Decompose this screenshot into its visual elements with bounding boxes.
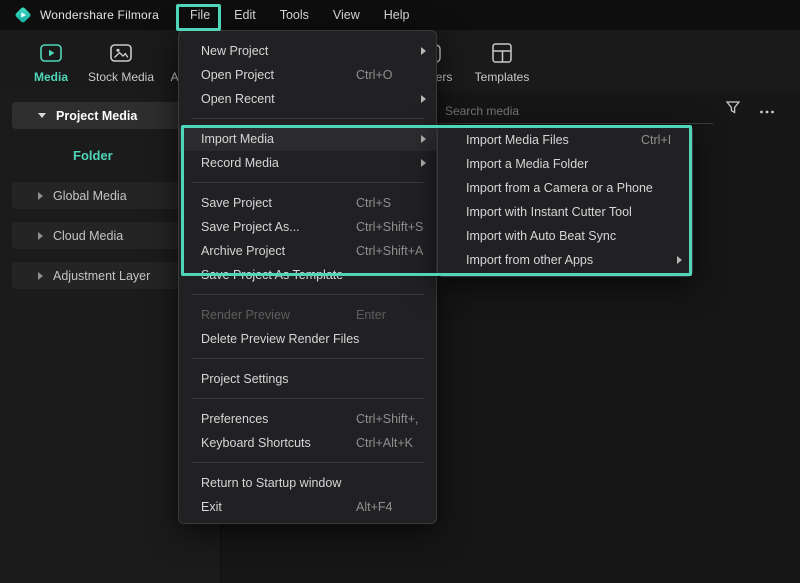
menubar-item-tools[interactable]: Tools bbox=[268, 0, 321, 30]
menu-item-label: Import Media bbox=[201, 127, 274, 151]
tab-media[interactable]: Media bbox=[28, 42, 74, 92]
titlebar: Wondershare Filmora FileEditToolsViewHel… bbox=[0, 0, 800, 30]
submenu-arrow-icon bbox=[421, 135, 426, 143]
filmora-logo bbox=[14, 6, 32, 24]
expand-triangle-icon[interactable] bbox=[38, 192, 43, 200]
menubar-item-file[interactable]: File bbox=[178, 0, 222, 30]
file-menu-item-open-project[interactable]: Open Project Ctrl+O bbox=[179, 63, 436, 87]
import-submenu-item-import-media-files[interactable]: Import Media Files Ctrl+I bbox=[438, 128, 692, 152]
menu-item-label: Record Media bbox=[201, 151, 279, 175]
collapse-triangle-icon[interactable] bbox=[38, 113, 46, 118]
menu-item-shortcut: Ctrl+O bbox=[356, 63, 392, 87]
menu-item-shortcut: Ctrl+Shift+S bbox=[356, 215, 423, 239]
menu-item-label: Import from a Camera or a Phone bbox=[466, 176, 653, 200]
file-menu-item-delete-preview-render-files[interactable]: Delete Preview Render Files bbox=[179, 327, 436, 351]
menu-item-label: Exit bbox=[201, 495, 222, 519]
menu-item-label: Return to Startup window bbox=[201, 471, 341, 495]
expand-triangle-icon[interactable] bbox=[38, 272, 43, 280]
menu-item-shortcut: Enter bbox=[356, 303, 386, 327]
import-media-submenu: Import Media Files Ctrl+I Import a Media F… bbox=[437, 125, 693, 277]
file-menu-dropdown: New ProjectOpen Project Ctrl+O Open Recent… bbox=[178, 30, 437, 524]
menu-item-label: Preferences bbox=[201, 407, 268, 431]
menu-item-label: Save Project bbox=[201, 191, 272, 215]
import-submenu-item-import-with-instant-cutter-tool[interactable]: Import with Instant Cutter Tool bbox=[438, 200, 692, 224]
menu-item-label: Import with Instant Cutter Tool bbox=[466, 200, 632, 224]
menu-item-label: Import Media Files bbox=[466, 128, 569, 152]
app-title: Wondershare Filmora bbox=[40, 8, 159, 22]
menubar-item-help[interactable]: Help bbox=[372, 0, 422, 30]
menu-item-shortcut: Ctrl+Shift+, bbox=[356, 407, 419, 431]
menubar-item-edit[interactable]: Edit bbox=[222, 0, 268, 30]
menu-separator bbox=[191, 462, 424, 463]
more-options-icon[interactable] bbox=[759, 102, 775, 120]
import-submenu-item-import-a-media-folder[interactable]: Import a Media Folder bbox=[438, 152, 692, 176]
file-menu-item-save-project[interactable]: Save Project Ctrl+S bbox=[179, 191, 436, 215]
search-field[interactable] bbox=[421, 98, 713, 124]
menubar: FileEditToolsViewHelp bbox=[178, 0, 421, 30]
menubar-item-view[interactable]: View bbox=[321, 0, 372, 30]
import-submenu-item-import-from-other-apps[interactable]: Import from other Apps bbox=[438, 248, 692, 272]
import-submenu-item-import-from-a-camera-or-a-phone[interactable]: Import from a Camera or a Phone bbox=[438, 176, 692, 200]
file-menu-item-exit[interactable]: Exit Alt+F4 bbox=[179, 495, 436, 519]
menu-separator bbox=[191, 398, 424, 399]
menu-item-label: Import with Auto Beat Sync bbox=[466, 224, 616, 248]
file-menu-item-project-settings[interactable]: Project Settings bbox=[179, 367, 436, 391]
menu-item-label: Import from other Apps bbox=[466, 248, 593, 272]
menu-item-label: Open Project bbox=[201, 63, 274, 87]
tab-label: Media bbox=[28, 70, 74, 84]
menu-item-label: Save Project As... bbox=[201, 215, 300, 239]
stock-media-icon bbox=[86, 42, 156, 64]
tab-label: Stock Media bbox=[86, 70, 156, 84]
menu-item-label: Import a Media Folder bbox=[466, 152, 588, 176]
expand-triangle-icon[interactable] bbox=[38, 232, 43, 240]
file-menu-item-render-preview[interactable]: Render Preview Enter bbox=[179, 303, 436, 327]
filter-icon[interactable] bbox=[726, 101, 740, 119]
menu-item-shortcut: Ctrl+S bbox=[356, 191, 391, 215]
menu-item-label: Project Settings bbox=[201, 367, 289, 391]
menu-item-shortcut: Ctrl+Alt+K bbox=[356, 431, 413, 455]
submenu-arrow-icon bbox=[677, 256, 682, 264]
media-icon bbox=[28, 42, 74, 64]
import-submenu-item-import-with-auto-beat-sync[interactable]: Import with Auto Beat Sync bbox=[438, 224, 692, 248]
tab-label: Templates bbox=[464, 70, 540, 84]
filmora-window: Wondershare Filmora FileEditToolsViewHel… bbox=[0, 0, 800, 583]
tab-templates[interactable]: Templates bbox=[464, 42, 540, 92]
menu-separator bbox=[191, 118, 424, 119]
menu-item-label: Keyboard Shortcuts bbox=[201, 431, 311, 455]
menu-item-shortcut: Ctrl+Shift+A bbox=[356, 239, 423, 263]
templates-icon bbox=[464, 42, 540, 64]
submenu-arrow-icon bbox=[421, 47, 426, 55]
file-menu-item-preferences[interactable]: Preferences Ctrl+Shift+, bbox=[179, 407, 436, 431]
menu-item-label: Open Recent bbox=[201, 87, 275, 111]
file-menu-item-open-recent[interactable]: Open Recent bbox=[179, 87, 436, 111]
menu-item-shortcut: Ctrl+I bbox=[641, 128, 671, 152]
menu-separator bbox=[191, 358, 424, 359]
file-menu-item-archive-project[interactable]: Archive Project Ctrl+Shift+A bbox=[179, 239, 436, 263]
file-menu-item-save-project-as[interactable]: Save Project As... Ctrl+Shift+S bbox=[179, 215, 436, 239]
menu-item-label: Render Preview bbox=[201, 303, 290, 327]
menu-separator bbox=[191, 182, 424, 183]
menu-item-shortcut: Alt+F4 bbox=[356, 495, 392, 519]
file-menu-item-save-project-as-template[interactable]: Save Project As Template bbox=[179, 263, 436, 287]
menu-item-label: Save Project As Template bbox=[201, 263, 343, 287]
file-menu-item-keyboard-shortcuts[interactable]: Keyboard Shortcuts Ctrl+Alt+K bbox=[179, 431, 436, 455]
submenu-arrow-icon bbox=[421, 95, 426, 103]
menu-separator bbox=[191, 294, 424, 295]
file-menu-item-import-media[interactable]: Import Media bbox=[179, 127, 436, 151]
file-menu-item-new-project[interactable]: New Project bbox=[179, 39, 436, 63]
submenu-arrow-icon bbox=[421, 159, 426, 167]
file-menu-item-record-media[interactable]: Record Media bbox=[179, 151, 436, 175]
menu-item-label: Delete Preview Render Files bbox=[201, 327, 359, 351]
menu-item-label: New Project bbox=[201, 39, 268, 63]
file-menu-item-return-to-startup-window[interactable]: Return to Startup window bbox=[179, 471, 436, 495]
menu-item-label: Archive Project bbox=[201, 239, 285, 263]
tab-stock-media[interactable]: Stock Media bbox=[86, 42, 156, 92]
search-input[interactable] bbox=[445, 104, 685, 118]
